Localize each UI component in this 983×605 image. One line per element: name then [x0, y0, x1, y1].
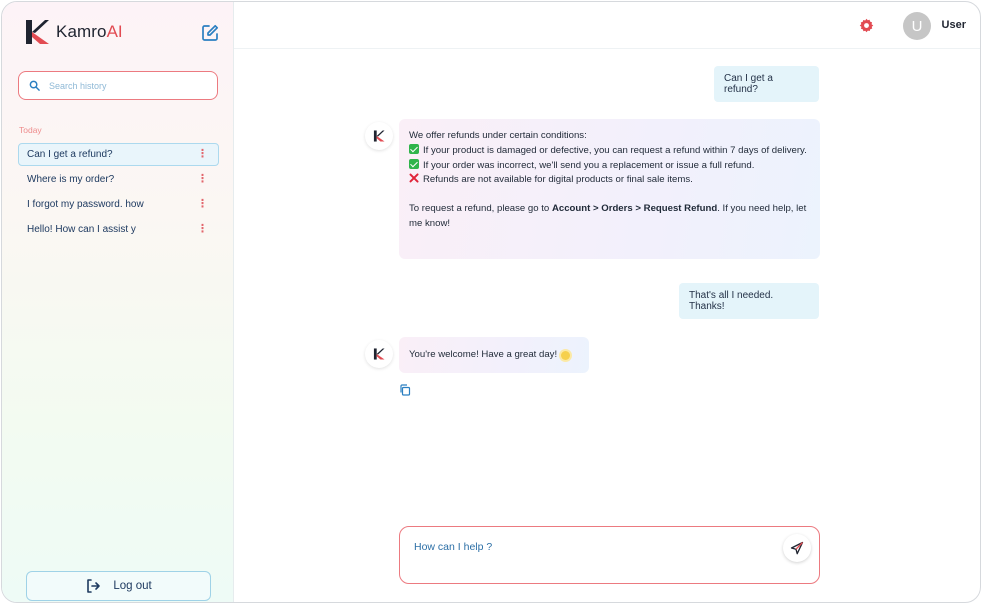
more-options-icon[interactable]: ⋮	[197, 174, 208, 185]
history-item[interactable]: Can I get a refund? ⋮	[18, 143, 219, 166]
logout-button[interactable]: Log out	[26, 571, 211, 601]
history-item-label: I forgot my password. how	[27, 199, 144, 210]
bot-message: We offer refunds under certain condition…	[399, 119, 820, 259]
top-bar: U User	[234, 2, 980, 49]
history-list: Can I get a refund? ⋮ Where is my order?…	[18, 143, 219, 243]
logout-icon	[87, 579, 101, 593]
user-name[interactable]: User	[942, 19, 966, 31]
bot-message-item-text: If your product is damaged or defective,…	[423, 144, 807, 156]
more-options-icon[interactable]: ⋮	[197, 149, 208, 160]
outro-path: Account > Orders > Request Refund	[551, 203, 718, 215]
copy-icon[interactable]	[399, 384, 411, 396]
message-composer[interactable]	[399, 526, 820, 584]
cross-icon	[409, 173, 419, 183]
search-icon	[29, 80, 40, 91]
bot-message-outro: To request a refund, please go to Accoun…	[409, 202, 810, 232]
bot-message-item: Refunds are not available for digital pr…	[409, 173, 810, 188]
bot-message-item: If your order was incorrect, we'll send …	[409, 158, 810, 174]
message-input[interactable]	[414, 541, 764, 553]
more-options-icon[interactable]: ⋮	[197, 224, 208, 235]
bot-message-text: You're welcome! Have a great day!	[409, 348, 558, 360]
bot-avatar	[365, 122, 393, 150]
history-item-label: Where is my order?	[27, 174, 115, 185]
search-box[interactable]	[18, 71, 218, 100]
sidebar: Kamro AI Today Can I get a refund? ⋮ Whe…	[2, 2, 234, 602]
logout-label: Log out	[113, 580, 152, 592]
bot-message: You're welcome! Have a great day!	[399, 337, 589, 373]
brand: Kamro AI	[24, 19, 123, 45]
bot-message-item: If your product is damaged or defective,…	[409, 143, 810, 159]
check-icon	[409, 143, 419, 154]
send-icon	[790, 541, 804, 555]
more-options-icon[interactable]: ⋮	[197, 199, 208, 210]
history-item-label: Can I get a refund?	[27, 149, 113, 160]
send-button[interactable]	[783, 534, 811, 562]
history-item-label: Hello! How can I assist y	[27, 224, 136, 235]
history-section-label: Today	[19, 125, 42, 135]
app-window: Kamro AI Today Can I get a refund? ⋮ Whe…	[1, 1, 981, 603]
brand-name: Kamro	[56, 22, 107, 41]
settings-gear-icon[interactable]	[859, 18, 874, 33]
new-chat-icon[interactable]	[201, 24, 219, 42]
bot-message-intro: We offer refunds under certain condition…	[409, 130, 587, 141]
kamro-bot-icon	[373, 348, 385, 360]
check-icon	[409, 158, 419, 169]
history-item[interactable]: Where is my order? ⋮	[18, 168, 219, 191]
brand-ai: AI	[106, 22, 123, 41]
bot-avatar	[365, 340, 393, 368]
bot-message-item-text: If your order was incorrect, we'll send …	[423, 159, 755, 171]
bot-message-item-text: Refunds are not available for digital pr…	[423, 174, 693, 186]
sun-icon	[561, 350, 571, 360]
search-input[interactable]	[49, 80, 199, 91]
user-message: That's all I needed. Thanks!	[679, 283, 819, 319]
kamro-logo-icon	[26, 20, 49, 44]
kamro-bot-icon	[373, 130, 385, 142]
history-item[interactable]: Hello! How can I assist y ⋮	[18, 218, 219, 241]
user-avatar[interactable]: U	[903, 12, 931, 40]
user-message: Can I get a refund?	[714, 66, 819, 102]
outro-text: To request a refund, please go to	[409, 203, 552, 215]
history-item[interactable]: I forgot my password. how ⋮	[18, 193, 219, 216]
